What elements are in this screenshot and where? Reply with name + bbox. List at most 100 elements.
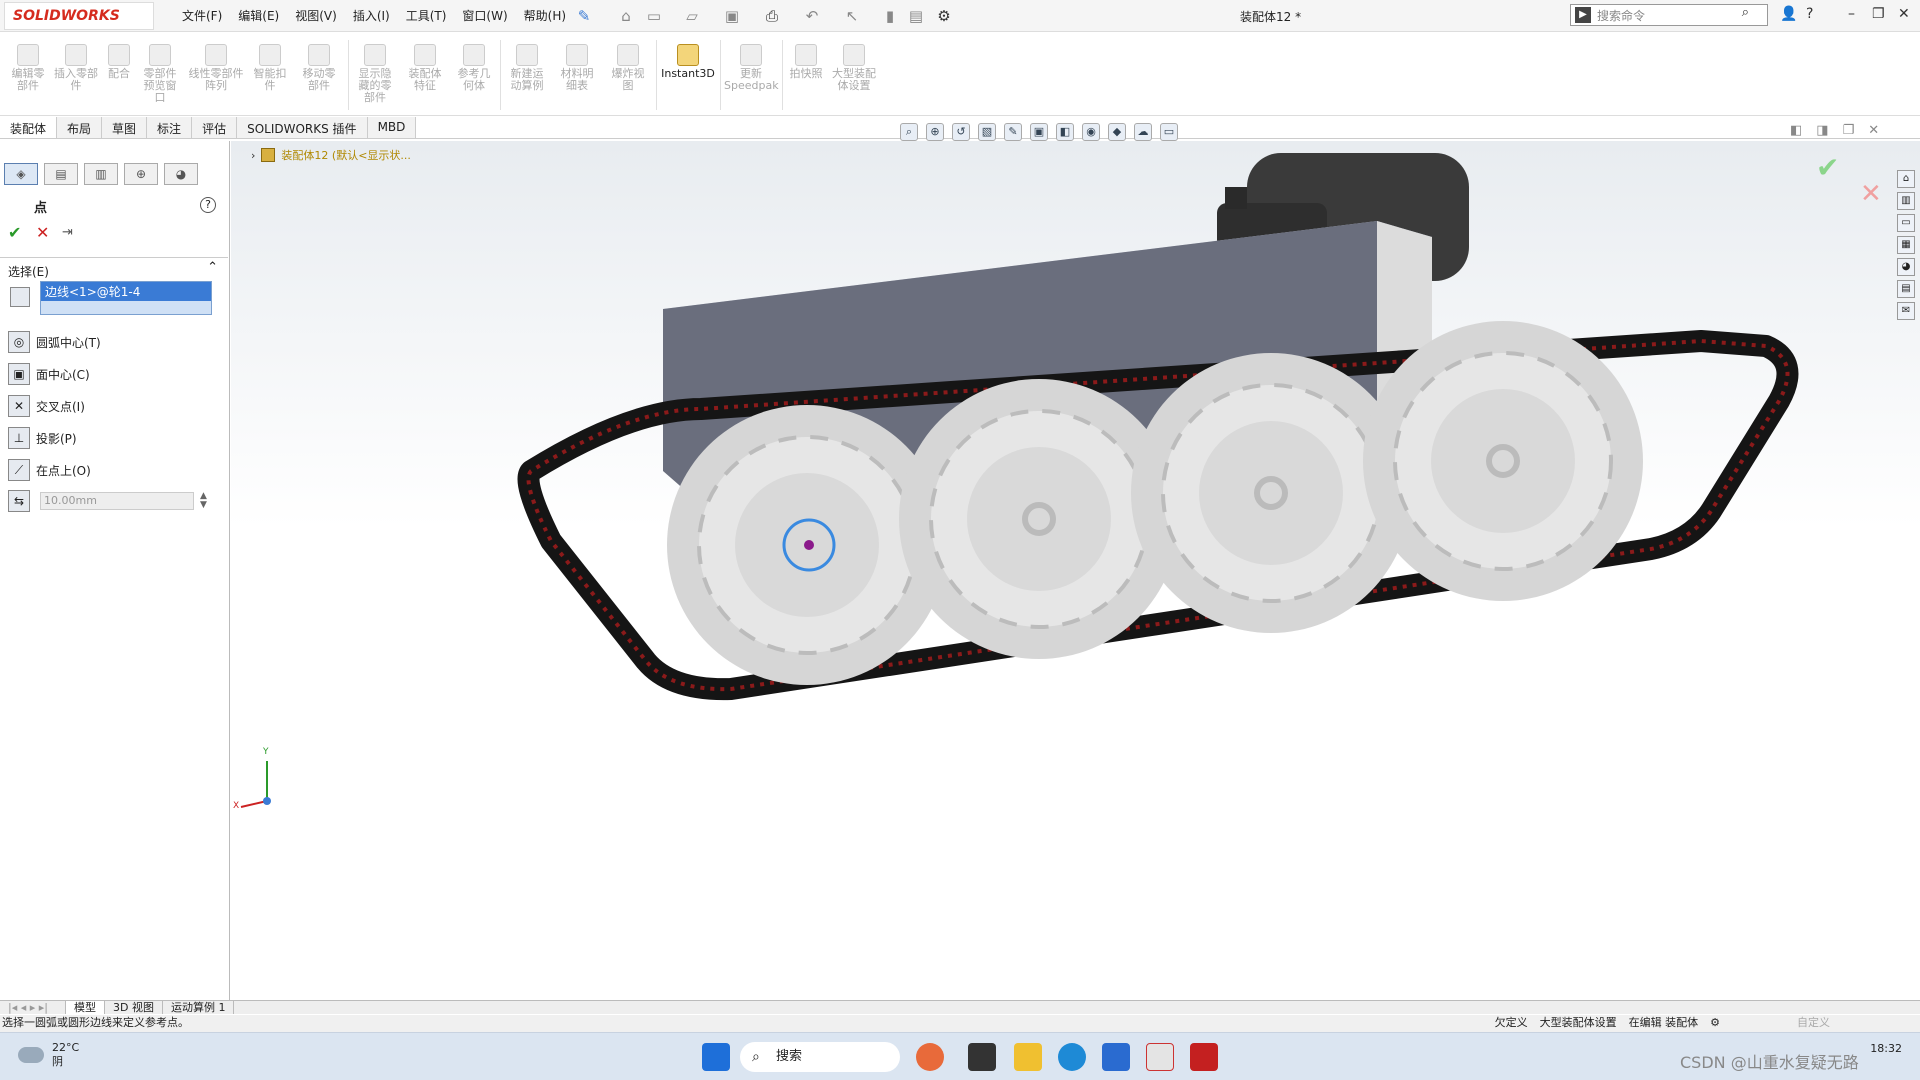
tab-model[interactable]: 模型 — [66, 1001, 105, 1014]
selection-list-box[interactable]: 边线<1>@轮1-4 — [40, 281, 212, 315]
app-icon[interactable] — [916, 1043, 944, 1071]
close-icon[interactable]: ✕ — [1898, 6, 1910, 22]
taskbar-search[interactable]: ⌕ 搜索 — [740, 1042, 900, 1072]
chevron-up-icon[interactable]: ⌃ — [207, 260, 218, 275]
option-arc-center[interactable]: ◎ 圆弧中心(T) — [8, 331, 218, 353]
tab-layout[interactable]: 布局 — [57, 117, 103, 138]
edit-component-button[interactable]: 编辑零部件 — [8, 44, 48, 92]
new-icon[interactable]: ▭ — [644, 6, 664, 26]
search-icon[interactable]: ⌕ — [1742, 5, 1749, 20]
menu-file[interactable]: 文件(F) — [182, 7, 222, 24]
menu-insert[interactable]: 插入(I) — [353, 7, 390, 24]
tab-sketch[interactable]: 草图 — [102, 117, 148, 138]
help-icon[interactable]: ? — [200, 197, 216, 213]
reference-geometry-button[interactable]: 参考几何体 — [454, 44, 494, 92]
tile-left-icon[interactable]: ◧ — [1790, 123, 1802, 138]
smart-fasteners-button[interactable]: 智能扣件 — [250, 44, 290, 92]
view-settings-icon[interactable]: ▭ — [1160, 123, 1178, 141]
rebuild-status-icon[interactable]: ⚙ — [1710, 1015, 1720, 1031]
rebuild-icon[interactable]: ▮ — [880, 6, 900, 26]
component-preview-button[interactable]: 零部件预览窗口 — [140, 44, 180, 104]
search-commands-input[interactable]: ▶ 搜索命令 ⌕ — [1570, 4, 1768, 26]
update-speedpak-button[interactable]: 更新Speedpak — [724, 44, 779, 92]
option-projection[interactable]: ⊥ 投影(P) — [8, 427, 218, 449]
solidworks-resources-icon[interactable]: ⌂ — [1897, 170, 1915, 188]
system-clock[interactable]: 18:32 — [1870, 1041, 1902, 1056]
option-on-point[interactable]: ⟋ 在点上(O) — [8, 459, 218, 481]
show-hidden-button[interactable]: 显示隐藏的零部件 — [354, 44, 396, 104]
doc-close-icon[interactable]: ✕ — [1868, 123, 1879, 138]
file-properties-icon[interactable]: ▤ — [906, 6, 926, 26]
tab-motion-study[interactable]: 运动算例 1 — [163, 1001, 235, 1014]
spinner-icon[interactable]: ▲ ▼ — [200, 492, 207, 510]
user-icon[interactable]: 👤 — [1780, 6, 1797, 22]
menu-edit[interactable]: 编辑(E) — [238, 7, 279, 24]
zoom-to-area-icon[interactable]: ⊕ — [926, 123, 944, 141]
wheel-4[interactable] — [1363, 321, 1643, 601]
apply-scene-icon[interactable]: ☁ — [1134, 123, 1152, 141]
design-library-icon[interactable]: ▥ — [1897, 192, 1915, 210]
edge-icon[interactable] — [1058, 1043, 1086, 1071]
take-snapshot-button[interactable]: 拍快照 — [786, 44, 826, 80]
solidworks-logo[interactable]: SOLIDWORKS — [4, 2, 154, 30]
dynamic-annotation-icon[interactable]: ✎ — [1004, 123, 1022, 141]
menu-view[interactable]: 视图(V) — [295, 7, 337, 24]
tab-addins[interactable]: SOLIDWORKS 插件 — [237, 117, 368, 138]
tab-mbd[interactable]: MBD — [367, 117, 417, 138]
view-palette-icon[interactable]: ▦ — [1897, 236, 1915, 254]
distance-input[interactable]: 10.00mm — [40, 492, 194, 510]
assembly-features-button[interactable]: 装配体特征 — [404, 44, 446, 92]
doc-restore-icon[interactable]: ❐ — [1843, 123, 1855, 138]
search-scope-icon[interactable]: ▶ — [1575, 7, 1591, 23]
view-orientation-icon[interactable]: ▣ — [1030, 123, 1048, 141]
option-face-center[interactable]: ▣ 面中心(C) — [8, 363, 218, 385]
ok-icon[interactable]: ✔ — [8, 223, 21, 242]
edit-appearance-icon[interactable]: ◆ — [1108, 123, 1126, 141]
forum-icon[interactable]: ✉ — [1897, 302, 1915, 320]
cancel-icon[interactable]: ✕ — [36, 223, 49, 242]
display-manager-tab-icon[interactable]: ◕ — [164, 163, 198, 185]
configuration-manager-tab-icon[interactable]: ▥ — [84, 163, 118, 185]
file-explorer-taskbar-icon[interactable] — [1014, 1043, 1042, 1071]
custom-properties-icon[interactable]: ▤ — [1897, 280, 1915, 298]
home-icon[interactable]: ⌂ — [616, 6, 636, 26]
tile-right-icon[interactable]: ◨ — [1816, 123, 1828, 138]
windows-start-icon[interactable] — [702, 1043, 730, 1071]
task-view-icon[interactable] — [968, 1043, 996, 1071]
solidworks-taskbar-icon[interactable] — [1190, 1043, 1218, 1071]
menu-window[interactable]: 窗口(W) — [462, 7, 507, 24]
display-style-icon[interactable]: ◧ — [1056, 123, 1074, 141]
previous-view-icon[interactable]: ↺ — [952, 123, 970, 141]
property-manager-tab-icon[interactable]: ▤ — [44, 163, 78, 185]
minimize-icon[interactable]: – — [1848, 6, 1855, 22]
store-icon[interactable] — [1102, 1043, 1130, 1071]
exploded-view-button[interactable]: 爆炸视图 — [608, 44, 648, 92]
instant3d-button[interactable]: Instant3D — [660, 44, 716, 80]
status-large-assembly[interactable]: 大型装配体设置 — [1540, 1015, 1617, 1031]
appearances-icon[interactable]: ◕ — [1897, 258, 1915, 276]
bill-of-materials-button[interactable]: 材料明细表 — [556, 44, 598, 92]
tab-3d-view[interactable]: 3D 视图 — [105, 1001, 163, 1014]
linear-pattern-button[interactable]: 线性零部件阵列 — [188, 44, 244, 92]
menu-tools[interactable]: 工具(T) — [406, 7, 447, 24]
insert-component-button[interactable]: 插入零部件 — [54, 44, 98, 92]
dimxpert-manager-tab-icon[interactable]: ⊕ — [124, 163, 158, 185]
new-motion-study-button[interactable]: 新建运动算例 — [506, 44, 548, 92]
selected-entity[interactable]: 边线<1>@轮1-4 — [41, 282, 211, 301]
tank-model[interactable] — [231, 141, 1920, 1001]
help-icon[interactable]: ? — [1806, 6, 1813, 22]
pin-panel-icon[interactable]: ⇥ — [62, 225, 73, 240]
select-icon[interactable]: ↖ — [842, 6, 862, 26]
units-custom[interactable]: 自定义 — [1797, 1015, 1830, 1031]
option-intersection[interactable]: ✕ 交叉点(I) — [8, 395, 218, 417]
zoom-to-fit-icon[interactable]: ⌕ — [900, 123, 918, 141]
open-icon[interactable]: ▱ — [682, 6, 702, 26]
tab-assembly[interactable]: 装配体 — [0, 117, 58, 138]
move-component-button[interactable]: 移动零部件 — [298, 44, 340, 92]
tab-markup[interactable]: 标注 — [147, 117, 193, 138]
save-icon[interactable]: ▣ — [722, 6, 742, 26]
mate-button[interactable]: 配合 — [104, 44, 134, 80]
file-explorer-icon[interactable]: ▭ — [1897, 214, 1915, 232]
pin-icon[interactable]: ✎ — [574, 6, 594, 26]
graphics-viewport[interactable]: › 装配体12 (默认<显示状... ✔ ✕ Y X — [231, 141, 1920, 1001]
